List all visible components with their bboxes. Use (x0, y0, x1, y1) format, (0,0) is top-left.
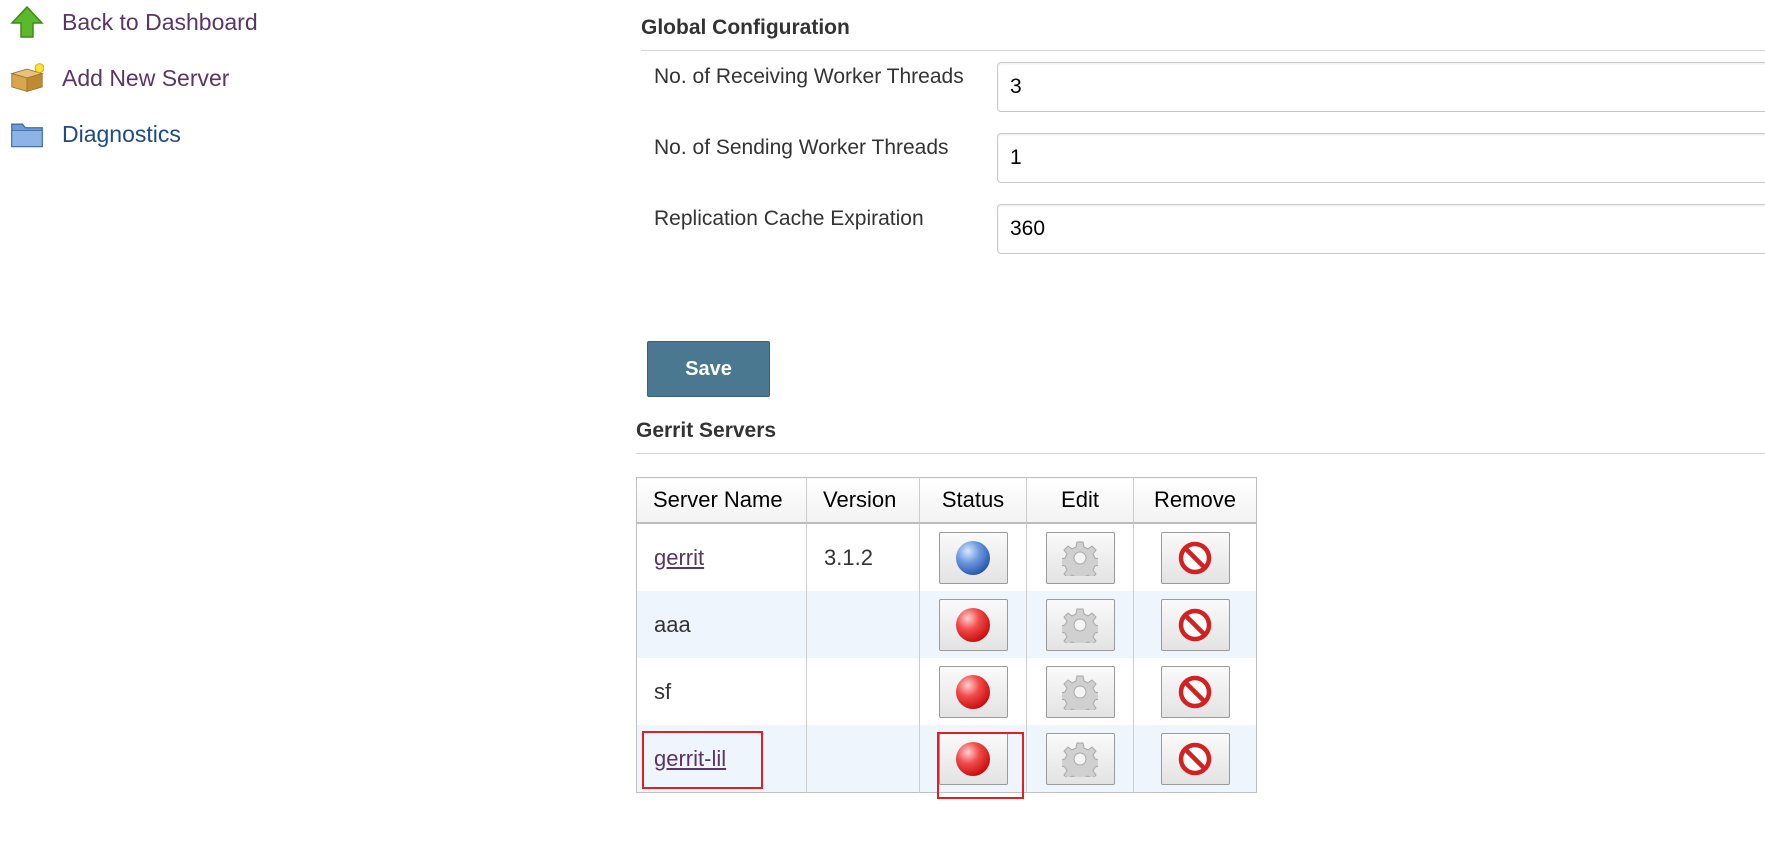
no-entry-icon (1178, 675, 1212, 708)
no-entry-icon (1178, 541, 1212, 574)
section-divider (641, 50, 1765, 51)
sidebar-item-label[interactable]: Diagnostics (62, 121, 181, 148)
gear-icon (1062, 742, 1098, 777)
server-version: 3.1.2 (806, 523, 920, 591)
sending-threads-label: No. of Sending Worker Threads (654, 136, 949, 159)
status-blue-ball-icon (956, 540, 990, 575)
remove-button[interactable] (1160, 531, 1230, 584)
server-version (806, 658, 920, 725)
table-row: aaa (636, 591, 1257, 658)
status-button[interactable] (938, 598, 1008, 651)
status-red-ball-icon (956, 607, 990, 642)
sidebar-item-label[interactable]: Add New Server (62, 65, 229, 92)
server-name: sf (654, 678, 672, 704)
folder-icon (10, 117, 44, 151)
sending-threads-input[interactable] (997, 133, 1765, 183)
column-header-status: Status (919, 477, 1027, 524)
section-divider (636, 453, 1765, 454)
sidebar-item-label[interactable]: Back to Dashboard (62, 9, 258, 36)
remove-button[interactable] (1160, 665, 1230, 718)
server-version (806, 591, 920, 658)
column-header-version: Version (806, 477, 920, 524)
sidebar-item-back-to-dashboard[interactable]: Back to Dashboard (10, 2, 258, 42)
global-configuration-heading: Global Configuration (641, 16, 850, 39)
edit-button[interactable] (1045, 732, 1115, 785)
remove-button[interactable] (1160, 732, 1230, 785)
edit-button[interactable] (1045, 665, 1115, 718)
server-name-link[interactable]: gerrit (654, 545, 704, 570)
gear-icon (1062, 541, 1098, 576)
package-icon (10, 61, 44, 95)
highlight-box-server-name (642, 731, 763, 789)
column-header-edit: Edit (1026, 477, 1134, 524)
status-red-ball-icon (956, 674, 990, 709)
sidebar-item-diagnostics[interactable]: Diagnostics (10, 114, 181, 154)
table-row: gerrit 3.1.2 (637, 523, 1257, 591)
table-row: sf (637, 658, 1257, 725)
column-header-remove: Remove (1133, 477, 1257, 524)
receiving-threads-label: No. of Receiving Worker Threads (654, 65, 964, 88)
gear-icon (1062, 675, 1098, 710)
server-name: aaa (636, 591, 807, 658)
cache-expiration-input[interactable] (997, 204, 1765, 254)
edit-button[interactable] (1045, 598, 1115, 651)
status-button[interactable] (938, 665, 1008, 718)
no-entry-icon (1178, 608, 1212, 641)
remove-button[interactable] (1160, 598, 1230, 651)
no-entry-icon (1178, 742, 1212, 775)
gerrit-servers-heading: Gerrit Servers (636, 419, 777, 442)
save-button[interactable]: Save (647, 341, 770, 397)
edit-button[interactable] (1045, 531, 1115, 584)
column-header-server-name: Server Name (636, 477, 807, 524)
up-arrow-icon (10, 5, 44, 39)
gear-icon (1062, 608, 1098, 643)
receiving-threads-input[interactable] (997, 62, 1765, 112)
sidebar-item-add-new-server[interactable]: Add New Server (10, 58, 229, 98)
table-header-row: Server Name Version Status Edit Remove (636, 477, 1257, 524)
status-button[interactable] (938, 531, 1008, 584)
cache-expiration-label: Replication Cache Expiration (654, 207, 924, 230)
highlight-box-status (937, 732, 1024, 799)
server-version (806, 725, 920, 793)
